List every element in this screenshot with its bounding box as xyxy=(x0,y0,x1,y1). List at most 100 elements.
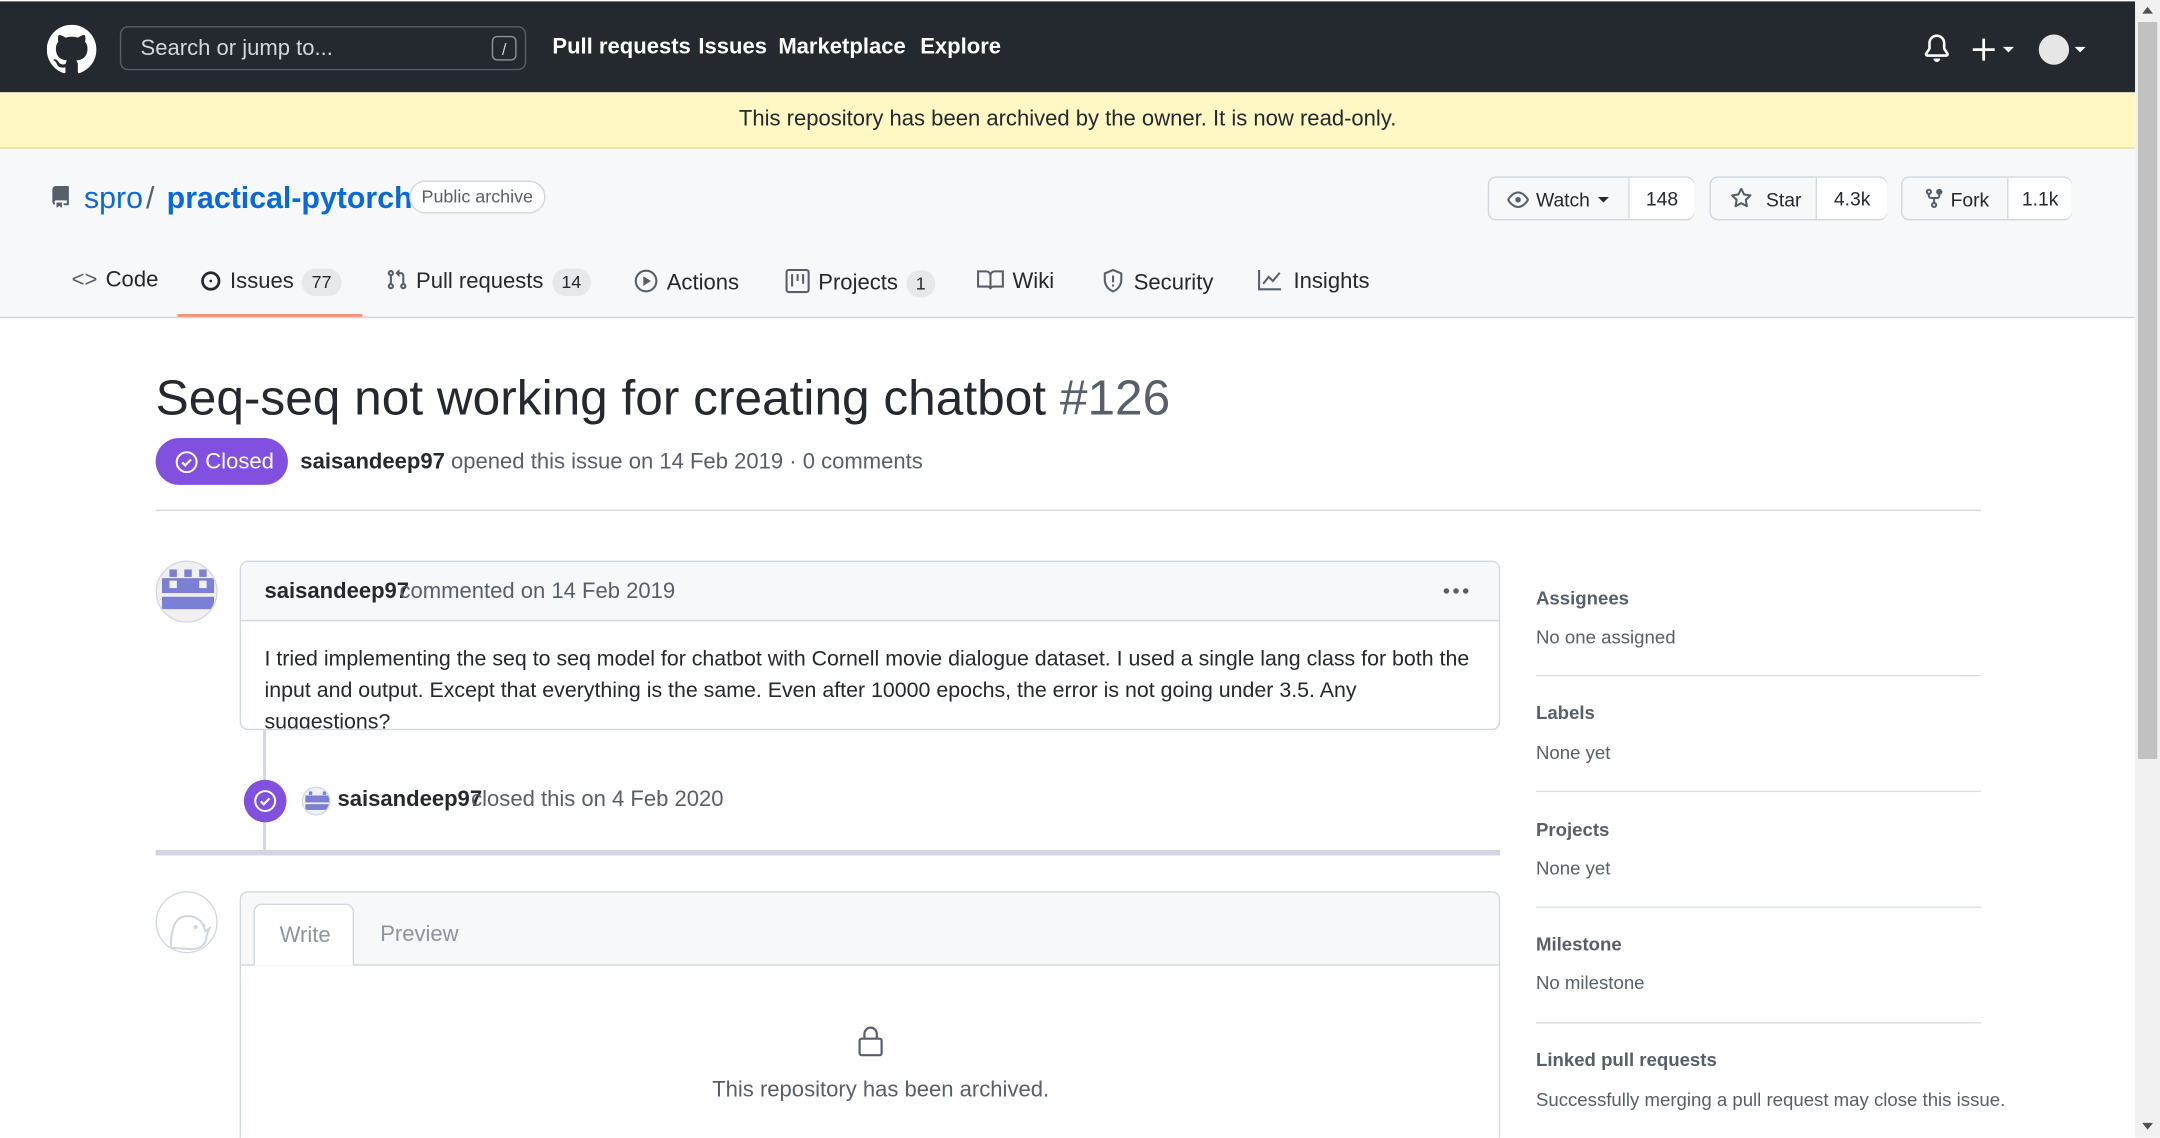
comment-timestamp[interactable]: commented on 14 Feb 2019 xyxy=(399,580,675,605)
star-count[interactable]: 4.3k xyxy=(1815,177,1888,220)
repo-name-link[interactable]: practical-pytorch xyxy=(167,180,413,216)
tab-issues[interactable]: Issues 77 xyxy=(201,268,342,297)
tab-projects[interactable]: Projects 1 xyxy=(785,268,936,298)
tab-code[interactable]: <> Code xyxy=(72,269,159,294)
check-circle-icon xyxy=(254,790,277,813)
comment-header: saisandeep97 commented on 14 Feb 2019 xyxy=(241,562,1499,622)
github-logo-icon[interactable] xyxy=(46,24,97,75)
watch-count[interactable]: 148 xyxy=(1628,177,1695,220)
project-icon xyxy=(785,268,810,294)
git-pull-request-icon xyxy=(387,269,407,290)
selected-tab-underline xyxy=(177,314,363,317)
tab-issues-count: 77 xyxy=(302,268,342,297)
user-avatar-icon[interactable] xyxy=(2038,34,2070,65)
lock-icon xyxy=(858,1026,883,1057)
sidebar-divider xyxy=(1535,790,1981,793)
sidebar-milestone-value: No milestone xyxy=(1535,972,1645,994)
tab-code-label: Code xyxy=(105,268,159,293)
comment-author-link[interactable]: saisandeep97 xyxy=(264,580,409,605)
issue-meta: saisandeep97 opened this issue on 14 Feb… xyxy=(300,450,922,475)
sidebar-divider xyxy=(1535,674,1981,677)
page-scrollbar[interactable] xyxy=(2135,0,2160,1138)
write-tab-label: Write xyxy=(279,924,331,948)
search-shortcut-key: / xyxy=(491,35,517,61)
avatar-caret-icon xyxy=(2074,46,2086,53)
header-divider xyxy=(155,509,1981,512)
bell-icon[interactable] xyxy=(1923,34,1951,62)
comment-editor: Write Preview This repository has been a… xyxy=(239,891,1501,1138)
issue-meta-text: opened this issue on 14 Feb 2019 · 0 com… xyxy=(451,450,923,474)
repo-icon xyxy=(52,185,69,208)
global-header: / Pull requests Issues Marketplace Explo… xyxy=(0,1,2136,93)
tab-insights[interactable]: Insights xyxy=(1258,269,1370,295)
issue-opened-icon xyxy=(201,271,221,291)
code-icon: <> xyxy=(71,268,98,293)
issue-state-label: Closed xyxy=(205,450,274,474)
identicon-icon xyxy=(157,562,217,622)
scroll-up-arrow-icon[interactable] xyxy=(2142,6,2154,14)
editor-write-tab[interactable]: Write xyxy=(253,903,355,966)
fork-label: Fork xyxy=(1950,188,1990,211)
issue-author-link[interactable]: saisandeep97 xyxy=(300,450,445,473)
editor-preview-tab[interactable]: Preview xyxy=(380,923,458,948)
timeline-end-divider xyxy=(155,849,1501,856)
sidebar-labels-heading[interactable]: Labels xyxy=(1536,703,1595,724)
tab-pull-requests[interactable]: Pull requests 14 xyxy=(386,268,591,297)
tab-actions[interactable]: Actions xyxy=(634,269,739,297)
nav-marketplace[interactable]: Marketplace xyxy=(778,36,905,61)
sidebar-labels-value: None yet xyxy=(1535,742,1611,764)
sidebar-milestone-heading[interactable]: Milestone xyxy=(1536,934,1622,955)
event-author-link[interactable]: saisandeep97 xyxy=(337,788,482,813)
repo-path-separator: / xyxy=(146,180,155,215)
tab-wiki[interactable]: Wiki xyxy=(977,269,1054,295)
star-label: Star xyxy=(1766,188,1802,211)
search-box[interactable]: / xyxy=(119,26,527,71)
watch-caret-icon xyxy=(1597,196,1609,203)
issue-comment: saisandeep97 commented on 14 Feb 2019 I … xyxy=(239,560,1501,731)
nav-pull-requests[interactable]: Pull requests xyxy=(552,36,690,61)
nav-issues[interactable]: Issues xyxy=(698,36,767,61)
repo-owner-link[interactable]: spro xyxy=(84,180,143,216)
book-icon xyxy=(977,270,1004,290)
play-icon xyxy=(634,269,658,293)
search-input[interactable] xyxy=(137,34,474,65)
comment-body: I tried implementing the seq to seq mode… xyxy=(264,647,1470,731)
comment-author-avatar[interactable] xyxy=(155,560,218,623)
scroll-down-arrow-icon[interactable] xyxy=(2142,1122,2154,1131)
watch-label: Watch xyxy=(1535,188,1590,211)
tab-actions-label: Actions xyxy=(666,271,740,295)
fork-icon xyxy=(1925,188,1943,209)
check-circle-icon xyxy=(175,451,198,474)
sidebar-linked-prs-value: Successfully merging a pull request may … xyxy=(1535,1089,2006,1111)
editor-tabs-bar: Write Preview xyxy=(241,892,1499,966)
tab-insights-label: Insights xyxy=(1293,269,1370,294)
fork-count[interactable]: 1.1k xyxy=(2007,177,2072,220)
closed-event-badge xyxy=(243,779,287,823)
create-new-plus-icon[interactable] xyxy=(1972,36,2023,64)
sidebar-assignees-heading[interactable]: Assignees xyxy=(1536,588,1629,609)
scrollbar-thumb[interactable] xyxy=(2137,22,2158,760)
sidebar-projects-value: None yet xyxy=(1535,858,1611,879)
page: / Pull requests Issues Marketplace Explo… xyxy=(0,0,2136,1138)
issue-title: Seq-seq not working for creating chatbot… xyxy=(156,369,1171,427)
tab-security[interactable]: Security xyxy=(1102,268,1213,297)
sidebar-projects-heading[interactable]: Projects xyxy=(1536,820,1609,841)
watch-button[interactable]: Watch 148 xyxy=(1487,176,1695,221)
issue-state-badge: Closed xyxy=(155,438,288,485)
sidebar-assignees-value: No one assigned xyxy=(1535,626,1676,648)
sidebar-linked-prs-heading[interactable]: Linked pull requests xyxy=(1536,1050,1717,1071)
shield-icon xyxy=(1103,268,1123,293)
identicon-icon xyxy=(303,787,330,815)
eye-icon xyxy=(1507,191,1529,209)
archived-message: This repository has been archived. xyxy=(712,1078,1050,1103)
current-user-avatar xyxy=(155,891,218,954)
star-button[interactable]: Star 4.3k xyxy=(1709,176,1888,221)
octocat-avatar-icon xyxy=(157,892,217,952)
nav-explore[interactable]: Explore xyxy=(920,36,1001,61)
tab-projects-label: Projects xyxy=(818,271,898,295)
fork-button[interactable]: Fork 1.1k xyxy=(1901,176,2072,221)
issue-title-text: Seq-seq not working for creating chatbot xyxy=(155,369,1047,426)
kebab-menu-icon[interactable] xyxy=(1442,587,1470,595)
issue-number: #126 xyxy=(1059,369,1171,426)
event-author-avatar[interactable] xyxy=(301,786,331,816)
